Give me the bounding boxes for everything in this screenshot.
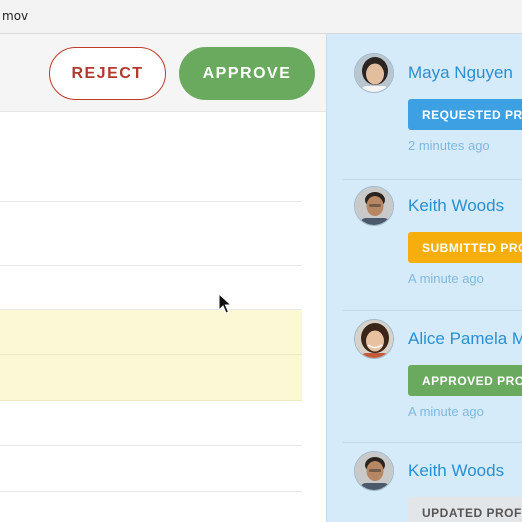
status-badge: UPDATED PROFILE (408, 497, 522, 522)
avatar-woman-icon[interactable] (354, 53, 394, 93)
activity-user-name[interactable]: Alice Pamela Moore (408, 329, 522, 349)
table-row-highlighted[interactable] (0, 355, 302, 401)
table-row[interactable] (0, 446, 302, 492)
avatar-man-icon[interactable] (354, 186, 394, 226)
status-badge: SUBMITTED PROFILE (408, 232, 522, 263)
approve-button[interactable]: APPROVE (179, 47, 315, 100)
status-badge: APPROVED PROFILE (408, 365, 522, 396)
divider (343, 179, 522, 180)
divider (343, 310, 522, 311)
status-badge: REQUESTED PROFILE (408, 99, 522, 130)
activity-feed: Maya Nguyen REQUESTED PROFILE 2 minutes … (326, 34, 522, 522)
table-row[interactable] (0, 112, 302, 202)
main-content: REJECT APPROVE (0, 34, 326, 522)
window-title: mov (2, 9, 29, 23)
activity-user-name[interactable]: Keith Woods (408, 196, 504, 216)
avatar-woman-icon[interactable] (354, 319, 394, 359)
table-row[interactable] (0, 202, 302, 266)
mouse-pointer-icon (218, 293, 232, 314)
activity-user-name[interactable]: Keith Woods (408, 461, 504, 481)
window-titlebar: mov (0, 0, 522, 34)
activity-timestamp: A minute ago (408, 404, 484, 419)
activity-timestamp: 2 minutes ago (408, 138, 490, 153)
table-row[interactable] (0, 266, 302, 310)
reject-button[interactable]: REJECT (49, 47, 166, 100)
activity-timestamp: A minute ago (408, 271, 484, 286)
divider (343, 442, 522, 443)
action-toolbar: REJECT APPROVE (0, 34, 326, 112)
activity-user-name[interactable]: Maya Nguyen (408, 63, 513, 83)
table-row[interactable] (0, 401, 302, 446)
table-row-highlighted[interactable] (0, 310, 302, 355)
avatar-man-icon[interactable] (354, 451, 394, 491)
